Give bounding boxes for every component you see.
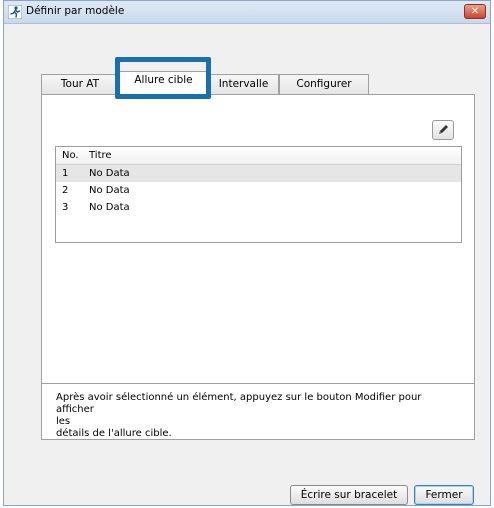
help-line: les <box>56 416 71 427</box>
help-text: Après avoir sélectionné un élément, appu… <box>42 383 474 439</box>
tab-intervalle[interactable]: Intervalle <box>208 74 279 95</box>
tab-configurer[interactable]: Configurer <box>279 74 369 95</box>
tab-panel: No. Titre 1 No Data 2 No Data 3 No Data … <box>41 94 475 440</box>
list-row[interactable]: 1 No Data <box>56 165 461 182</box>
list-header: No. Titre <box>56 147 461 165</box>
row-title: No Data <box>89 168 130 179</box>
row-number: 1 <box>62 168 69 179</box>
list-row[interactable]: 3 No Data <box>56 199 461 216</box>
help-line: détails de l'allure cible. <box>56 428 172 439</box>
row-title: No Data <box>89 185 130 196</box>
edit-button[interactable] <box>432 120 454 140</box>
row-title: No Data <box>89 202 130 213</box>
list-row[interactable]: 2 No Data <box>56 182 461 199</box>
runner-icon <box>8 5 22 19</box>
tab-bar: Tour AT Allure cible Intervalle Configur… <box>41 71 481 96</box>
tab-highlight-box <box>115 57 211 99</box>
close-window-button[interactable]: ✕ <box>464 4 486 19</box>
dialog-window: Définir par modèle ✕ Tour AT Allure cibl… <box>3 0 491 506</box>
pencil-icon <box>439 125 448 134</box>
write-to-bracelet-button[interactable]: Écrire sur bracelet <box>290 485 408 505</box>
column-header-no[interactable]: No. <box>62 150 79 161</box>
tab-tour-at[interactable]: Tour AT <box>41 74 119 95</box>
help-line: Après avoir sélectionné un élément, appu… <box>56 392 422 415</box>
column-header-title[interactable]: Titre <box>89 150 112 161</box>
close-button[interactable]: Fermer <box>414 485 474 505</box>
window-title: Définir par modèle <box>26 5 125 17</box>
row-number: 2 <box>62 185 69 196</box>
close-icon: ✕ <box>470 6 480 17</box>
pace-list[interactable]: No. Titre 1 No Data 2 No Data 3 No Data <box>55 146 462 243</box>
row-number: 3 <box>62 202 69 213</box>
title-bar[interactable]: Définir par modèle ✕ <box>4 1 490 24</box>
